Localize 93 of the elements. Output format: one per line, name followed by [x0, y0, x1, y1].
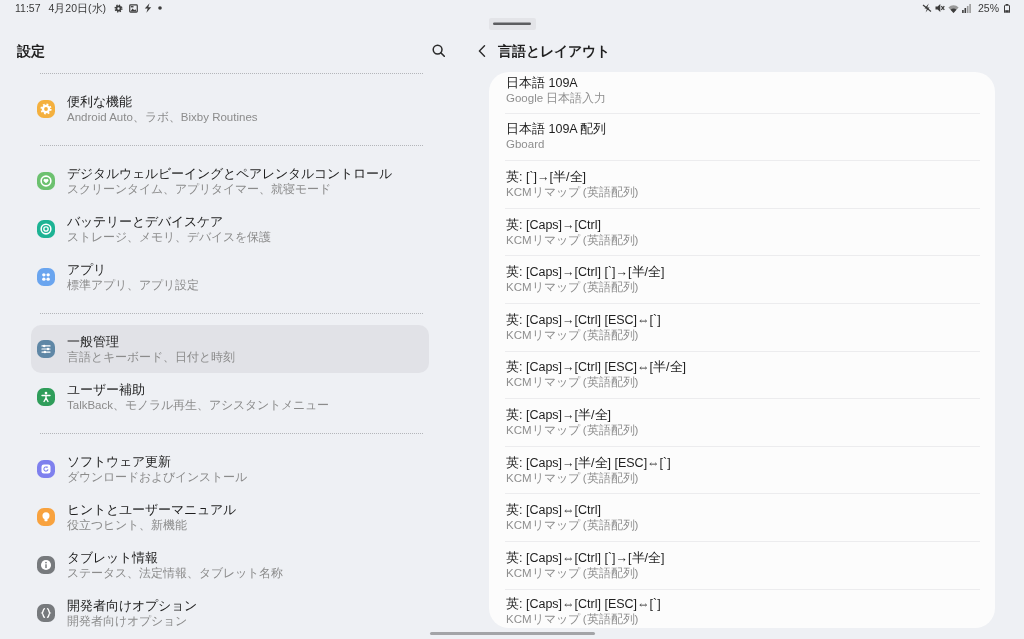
item-title: バッテリーとデバイスケア	[67, 214, 224, 230]
layout-item[interactable]: 英: [Caps]⇔[Ctrl] [ESC]⇔[`] KCMリマップ (英語配列)	[505, 589, 980, 628]
image-icon	[129, 3, 138, 13]
item-title: デジタルウェルビーイングとペアレンタルコントロール	[67, 166, 392, 182]
battery-percent: 25%	[978, 1, 999, 15]
info-icon	[37, 556, 55, 574]
person-icon	[37, 388, 55, 406]
settings-item[interactable]: 開発者向けオプション 開発者向けオプション	[31, 589, 429, 637]
layout-title: 日本語 109A 配列	[506, 122, 608, 138]
layout-item[interactable]: 英: [`]→[半/全] KCMリマップ (英語配列)	[505, 161, 980, 209]
layout-subtitle: KCMリマップ (英語配列)	[506, 422, 640, 437]
refresh-icon	[37, 460, 55, 478]
layout-item[interactable]: 日本語 109A Google 日本語入力	[505, 72, 980, 114]
item-subtitle: ストレージ、メモリ、デバイスを保護	[67, 230, 271, 244]
settings-item[interactable]: ソフトウェア更新 ダウンロードおよびインストール	[31, 445, 429, 493]
gear-icon	[37, 100, 55, 118]
layout-subtitle: Gboard	[506, 137, 546, 152]
item-title: ユーザー補助	[67, 382, 146, 398]
item-title: ソフトウェア更新	[67, 454, 172, 470]
item-subtitle: 役立つヒント、新機能	[67, 518, 188, 532]
settings-item[interactable]: タブレット情報 ステータス、法定情報、タブレット名称	[31, 541, 429, 589]
layout-item[interactable]: 英: [Caps]⇔[Ctrl] [`]→[半/全] KCMリマップ (英語配列)	[505, 541, 980, 590]
layout-subtitle: KCMリマップ (英語配列)	[506, 327, 640, 342]
status-date: 4月20日(水)	[48, 1, 106, 15]
item-title: 便利な機能	[67, 94, 133, 110]
status-time: 11:57	[15, 1, 41, 15]
layout-title: 英: [Caps]→[Ctrl] [`]→[半/全]	[506, 265, 666, 281]
ring-icon	[37, 220, 55, 238]
wifi-icon	[948, 3, 959, 13]
item-subtitle: ダウンロードおよびインストール	[67, 470, 247, 484]
layout-title: 英: [Caps]⇔[Ctrl] [ESC]⇔[`]	[506, 597, 662, 613]
layout-subtitle: KCMリマップ (英語配列)	[506, 280, 640, 295]
layout-item[interactable]: 日本語 109A 配列 Gboard	[505, 113, 980, 162]
lightbulb-icon	[37, 508, 55, 526]
layout-subtitle: KCMリマップ (英語配列)	[506, 518, 640, 533]
layout-item[interactable]: 英: [Caps]→[Ctrl] KCMリマップ (英語配列)	[505, 208, 980, 257]
settings-title: 設定	[17, 41, 45, 61]
item-subtitle: スクリーンタイム、アプリタイマー、就寝モード	[67, 182, 332, 196]
layout-item[interactable]: 英: [Caps]→[Ctrl] [`]→[半/全] KCMリマップ (英語配列)	[505, 256, 980, 304]
back-icon[interactable]	[478, 44, 486, 57]
layout-title: 英: [Caps]→[Ctrl] [ESC]⇔[`]	[506, 312, 662, 328]
item-subtitle: 標準アプリ、アプリ設定	[67, 278, 199, 292]
layout-item[interactable]: 英: [Caps]→[半/全] [ESC]⇔[`] KCMリマップ (英語配列)	[505, 446, 980, 495]
layout-title: 英: [Caps]⇔[Ctrl] [`]→[半/全]	[506, 550, 666, 566]
settings-item[interactable]: ヒントとユーザーマニュアル 役立つヒント、新機能	[31, 493, 429, 541]
search-icon[interactable]	[432, 44, 445, 57]
heart-ring-icon	[37, 172, 55, 190]
item-title: アプリ	[67, 262, 107, 278]
settings-item[interactable]: アプリ 標準アプリ、アプリ設定	[31, 253, 429, 301]
settings-item[interactable]: ユーザー補助 TalkBack、モノラル再生、アシスタントメニュー	[31, 373, 429, 421]
settings-item[interactable]: デジタルウェルビーイングとペアレンタルコントロール スクリーンタイム、アプリタイマー、就寝モード	[31, 157, 429, 205]
layout-item[interactable]: 英: [Caps]⇔[Ctrl] KCMリマップ (英語配列)	[505, 494, 980, 542]
settings-item[interactable]: 便利な機能 Android Auto、ラボ、Bixby Routines	[31, 85, 429, 133]
battery-icon	[1004, 3, 1010, 13]
item-title: 開発者向けオプション	[67, 598, 197, 614]
layout-subtitle: KCMリマップ (英語配列)	[506, 612, 640, 627]
layout-title: 英: [`]→[半/全]	[506, 170, 587, 185]
layout-title: 英: [Caps]⇔[Ctrl]	[506, 503, 602, 519]
mute-icon	[935, 3, 945, 13]
layout-subtitle: KCMリマップ (英語配列)	[506, 565, 640, 580]
dot-icon	[158, 6, 162, 10]
layout-subtitle: KCMリマップ (英語配列)	[506, 232, 640, 247]
sliders-icon	[37, 340, 55, 358]
layout-item[interactable]: 英: [Caps]→[Ctrl] [ESC]⇔[半/全] KCMリマップ (英語配列)	[505, 351, 980, 400]
layout-title: 英: [Caps]→[Ctrl]	[506, 217, 602, 233]
layout-title: 英: [Caps]→[Ctrl] [ESC]⇔[半/全]	[506, 360, 687, 376]
layout-subtitle: KCMリマップ (英語配列)	[506, 375, 640, 390]
drag-handle-icon[interactable]	[489, 18, 536, 30]
settings-item[interactable]: 一般管理 言語とキーボード、日付と時刻	[31, 325, 429, 373]
layout-subtitle: Google 日本語入力	[506, 90, 608, 105]
layout-item[interactable]: 英: [Caps]→[Ctrl] [ESC]⇔[`] KCMリマップ (英語配列)	[505, 303, 980, 352]
braces-icon	[37, 604, 55, 622]
layout-title: 英: [Caps]→[半/全] [ESC]⇔[`]	[506, 455, 672, 471]
item-subtitle: 開発者向けオプション	[67, 614, 188, 628]
item-title: 一般管理	[67, 334, 120, 350]
item-subtitle: Android Auto、ラボ、Bixby Routines	[67, 110, 258, 124]
item-subtitle: ステータス、法定情報、タブレット名称	[67, 566, 283, 580]
item-title: ヒントとユーザーマニュアル	[67, 502, 236, 518]
item-subtitle: 言語とキーボード、日付と時刻	[67, 350, 235, 364]
settings-item[interactable]: バッテリーとデバイスケア ストレージ、メモリ、デバイスを保護	[31, 205, 429, 253]
signal-icon	[962, 3, 971, 13]
layout-subtitle: KCMリマップ (英語配列)	[506, 470, 640, 485]
layout-title: 英: [Caps]→[半/全]	[506, 407, 612, 423]
gear-icon	[114, 3, 123, 13]
page-title: 言語とレイアウト	[498, 41, 610, 61]
layout-subtitle: KCMリマップ (英語配列)	[506, 185, 640, 199]
item-subtitle: TalkBack、モノラル再生、アシスタントメニュー	[67, 398, 330, 412]
layout-title: 日本語 109A	[506, 75, 579, 91]
bolt-icon	[922, 3, 932, 13]
layout-item[interactable]: 英: [Caps]→[半/全] KCMリマップ (英語配列)	[505, 399, 980, 447]
item-title: タブレット情報	[67, 550, 159, 566]
grid-icon	[37, 268, 55, 286]
bolt-icon	[144, 3, 152, 13]
